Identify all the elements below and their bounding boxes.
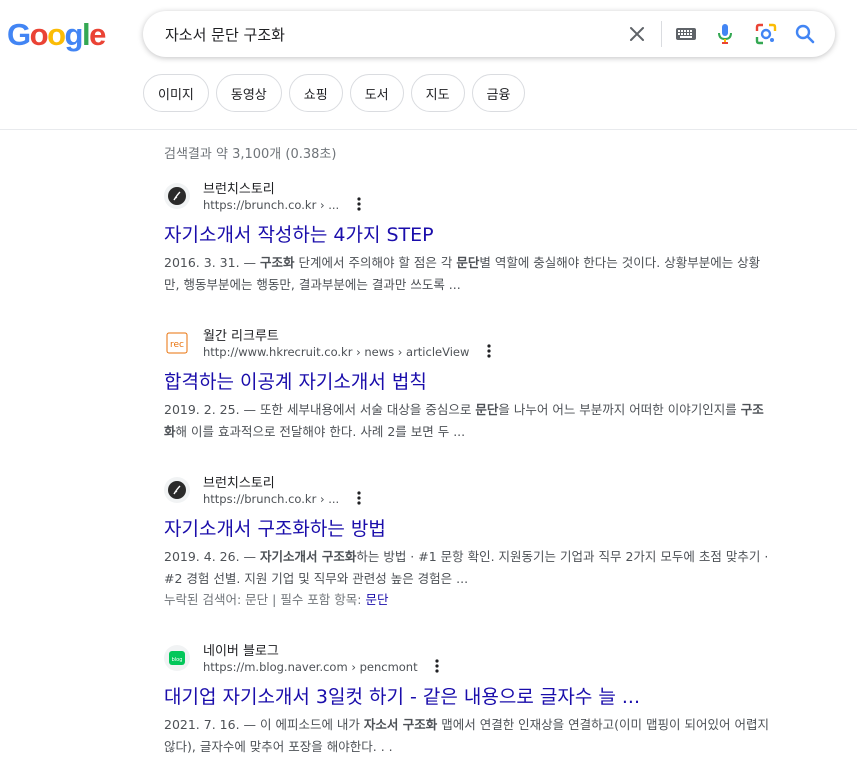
url-text: https://m.blog.naver.com › pencmont <box>203 660 418 674</box>
result-date: 2019. 4. 26. — <box>164 549 260 564</box>
search-result: blog 네이버 블로그 https://m.blog.naver.com › … <box>164 640 774 758</box>
snippet-text: 또한 세부내용에서 서술 대상을 중심으로 <box>259 402 476 417</box>
site-url: https://brunch.co.kr › ... <box>203 491 361 508</box>
result-title[interactable]: 자기소개서 구조화하는 방법 <box>164 516 774 542</box>
svg-text:rec: rec <box>170 340 184 350</box>
site-url: https://brunch.co.kr › ... <box>203 197 361 214</box>
result-title[interactable]: 자기소개서 작성하는 4가지 STEP <box>164 222 774 248</box>
result-source[interactable]: blog 네이버 블로그 https://m.blog.naver.com › … <box>164 640 774 676</box>
snippet-highlight: 구조화 <box>259 255 295 270</box>
url-text: http://www.hkrecruit.co.kr › news › arti… <box>203 345 470 359</box>
result-title[interactable]: 합격하는 이공계 자기소개서 법칙 <box>164 369 774 395</box>
chip-books[interactable]: 도서 <box>349 74 404 112</box>
snippet-highlight: 자기소개서 구조화 <box>259 549 357 564</box>
snippet-text: 단계에서 주의해야 할 점은 각 <box>294 255 457 270</box>
lens-icon[interactable] <box>754 22 778 46</box>
site-url: https://m.blog.naver.com › pencmont <box>203 659 439 676</box>
result-snippet: 2016. 3. 31. — 구조화 단계에서 주의해야 할 점은 각 문단별 … <box>164 252 770 296</box>
search-result: 브런치스토리 https://brunch.co.kr › ... 자기소개서 … <box>164 472 774 610</box>
header: Google 자소서 문단 구조화 이미지 동영상 쇼핑 도서 지도 금융 <box>0 0 857 130</box>
site-name: 월간 리크루트 <box>203 329 279 344</box>
svg-text:blog: blog <box>172 657 183 663</box>
snippet-highlight: 자소서 구조화 <box>363 717 438 732</box>
logo-letter: e <box>89 17 106 52</box>
logo-letter: G <box>7 17 31 52</box>
google-logo[interactable]: Google <box>7 17 106 53</box>
snippet-text: 해 이를 효과적으로 전달해야 한다. 사례 2를 보면 두 ... <box>175 424 466 439</box>
more-options-icon[interactable] <box>357 197 361 214</box>
result-source[interactable]: 브런치스토리 https://brunch.co.kr › ... <box>164 178 774 214</box>
snippet-text: 을 나누어 어느 부분까지 어떠한 이야기인지를 <box>498 402 741 417</box>
result-source[interactable]: rec 월간 리크루트 http://www.hkrecruit.co.kr ›… <box>164 325 774 361</box>
hkrecruit-favicon-icon: rec <box>164 330 190 356</box>
more-options-icon[interactable] <box>487 344 491 361</box>
snippet-highlight: 문단 <box>456 255 480 270</box>
search-input[interactable]: 자소서 문단 구조화 <box>165 24 285 45</box>
url-text: https://brunch.co.kr › ... <box>203 198 340 212</box>
chip-shopping[interactable]: 쇼핑 <box>288 74 343 112</box>
site-url: http://www.hkrecruit.co.kr › news › arti… <box>203 344 491 361</box>
search-result: rec 월간 리크루트 http://www.hkrecruit.co.kr ›… <box>164 325 774 443</box>
chip-videos[interactable]: 동영상 <box>215 74 282 112</box>
logo-letter: g <box>64 17 84 52</box>
result-title[interactable]: 대기업 자기소개서 3일컷 하기 - 같은 내용으로 글자수 늘 ... <box>164 684 774 710</box>
result-snippet: 2019. 2. 25. — 또한 세부내용에서 서술 대상을 중심으로 문단을… <box>164 399 770 443</box>
brunch-favicon-icon <box>164 477 190 503</box>
result-date: 2021. 7. 16. — <box>164 717 260 732</box>
more-options-icon[interactable] <box>435 659 439 676</box>
search-divider <box>661 21 662 47</box>
missing-terms: 누락된 검색어: 문단 | 필수 포함 항목: 문단 <box>164 590 774 610</box>
snippet-text: 이 에피소드에 내가 <box>259 717 364 732</box>
search-icon[interactable] <box>793 22 817 46</box>
search-box[interactable]: 자소서 문단 구조화 <box>143 11 835 57</box>
snippet-highlight: 문단 <box>475 402 499 417</box>
result-snippet: 2021. 7. 16. — 이 에피소드에 내가 자소서 구조화 맵에서 연결… <box>164 714 770 758</box>
result-stats: 검색결과 약 3,100개 (0.38초) <box>164 147 337 162</box>
brunch-favicon-icon <box>164 183 190 209</box>
required-term-link[interactable]: 문단 <box>365 592 388 607</box>
microphone-icon[interactable] <box>713 22 737 46</box>
search-result: 브런치스토리 https://brunch.co.kr › ... 자기소개서 … <box>164 178 774 296</box>
url-text: https://brunch.co.kr › ... <box>203 492 340 506</box>
logo-letter: o <box>29 17 49 52</box>
naver-blog-favicon-icon: blog <box>164 645 190 671</box>
logo-letter: o <box>47 17 66 52</box>
result-date: 2016. 3. 31. — <box>164 255 260 270</box>
site-name: 네이버 블로그 <box>203 644 279 659</box>
result-source[interactable]: 브런치스토리 https://brunch.co.kr › ... <box>164 472 774 508</box>
more-options-icon[interactable] <box>357 491 361 508</box>
result-snippet: 2019. 4. 26. — 자기소개서 구조화하는 방법 · #1 문항 확인… <box>164 546 770 590</box>
result-date: 2019. 2. 25. — <box>164 402 260 417</box>
site-name: 브런치스토리 <box>203 476 275 491</box>
close-icon[interactable] <box>625 22 649 46</box>
site-name: 브런치스토리 <box>203 182 275 197</box>
keyboard-icon[interactable] <box>674 22 698 46</box>
filter-chips: 이미지 동영상 쇼핑 도서 지도 금융 <box>143 74 526 112</box>
chip-maps[interactable]: 지도 <box>410 74 465 112</box>
missing-label: 누락된 검색어: 문단 | 필수 포함 항목: <box>164 592 366 607</box>
chip-images[interactable]: 이미지 <box>143 74 209 112</box>
chip-finance[interactable]: 금융 <box>471 74 526 112</box>
logo-letter: l <box>81 17 91 52</box>
